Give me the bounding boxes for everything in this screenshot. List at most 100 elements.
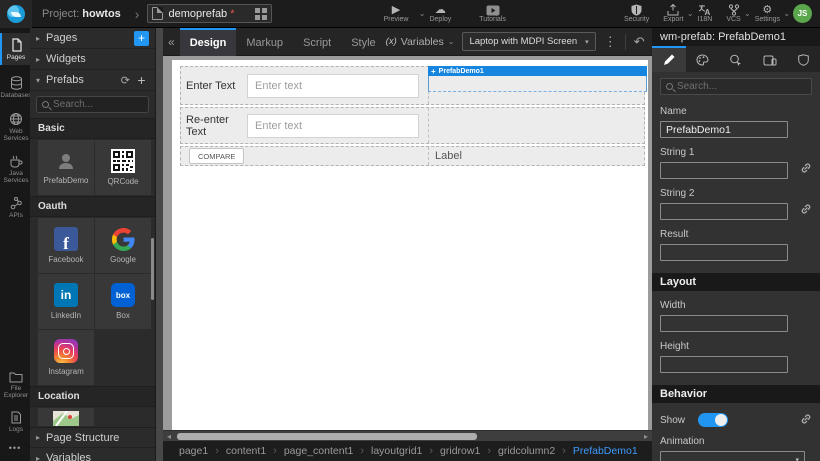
breadcrumb-gridcolumn2[interactable]: gridcolumn2 [498, 445, 555, 457]
breadcrumb-gridrow1[interactable]: gridrow1 [440, 445, 480, 457]
compare-button[interactable]: COMPARE [189, 148, 244, 164]
prefab-tile-box[interactable]: box Box [95, 274, 151, 329]
horizontal-scrollbar[interactable]: ◂ ▸ [163, 430, 652, 441]
scrollbar-thumb[interactable] [177, 433, 477, 440]
accordion-pages[interactable]: ▸ Pages + [30, 28, 155, 49]
accordion-prefabs[interactable]: ▾ Prefabs ⟳ + [30, 70, 155, 91]
grid-cell-button[interactable]: COMPARE [181, 147, 429, 165]
shield-icon [631, 4, 642, 16]
prefab-search-input[interactable] [53, 99, 143, 110]
breadcrumb-prefabdemo1[interactable]: PrefabDemo1 [573, 445, 638, 457]
prefab-tile-map[interactable] [38, 408, 94, 426]
prefab-widget-body[interactable] [428, 76, 647, 92]
accordion-widgets[interactable]: ▸ Widgets [30, 49, 155, 70]
rail-item-pages[interactable]: Pages [0, 33, 30, 65]
deploy-button[interactable]: ☁ Deploy [422, 0, 458, 28]
name-field-input[interactable] [660, 121, 788, 138]
prefab-tile-prefabdemo[interactable]: PrefabDemo [38, 140, 94, 195]
rail-item-file-explorer[interactable]: File Explorer [0, 366, 30, 403]
show-toggle[interactable] [698, 413, 728, 427]
selected-prefab-widget[interactable]: + PrefabDemo1 [428, 66, 647, 92]
animation-select[interactable]: ▾ [660, 451, 805, 461]
scroll-left-icon[interactable]: ◂ [163, 432, 175, 441]
layout-grid[interactable]: Enter Text + PrefabDemo1 [180, 66, 645, 166]
grid-cell-enter-text[interactable]: Enter Text [181, 67, 429, 104]
accordion-page-structure[interactable]: ▸ Page Structure [30, 427, 155, 448]
grid-row-1[interactable]: Enter Text + PrefabDemo1 [180, 66, 645, 105]
prefab-tile-google[interactable]: Google [95, 218, 151, 273]
dashboard-grid-icon[interactable] [255, 8, 267, 20]
rail-item-java-services[interactable]: Java Services [0, 150, 30, 188]
properties-tabs [652, 46, 820, 72]
tab-script[interactable]: Script [293, 28, 341, 56]
width-field-input[interactable] [660, 315, 788, 332]
vcs-button[interactable]: VCS ⌄ [719, 0, 747, 28]
tab-devices[interactable] [753, 46, 787, 72]
refresh-icon[interactable]: ⟳ [121, 74, 130, 87]
kebab-menu-icon[interactable]: ⋮ [604, 35, 617, 48]
rail-item-databases[interactable]: Databases [0, 71, 30, 103]
breadcrumb-page1[interactable]: page1 [179, 445, 208, 457]
result-field-input[interactable] [660, 244, 788, 261]
string2-field-input[interactable] [660, 203, 788, 220]
tab-properties[interactable] [652, 46, 686, 72]
device-selector[interactable]: Laptop with MDPI Screen ▾ [462, 32, 595, 51]
tutorials-button[interactable]: Tutorials [472, 0, 513, 28]
rail-item-apis[interactable]: APIs [0, 192, 30, 223]
accordion-variables[interactable]: ▸ Variables [30, 448, 155, 461]
add-page-button[interactable]: + [134, 31, 149, 46]
grid-cell-label[interactable]: Label [429, 147, 644, 165]
prefab-tile-linkedin[interactable]: in LinkedIn [38, 274, 94, 329]
rail-item-logs[interactable]: Logs [0, 406, 30, 437]
top-header: Project:howtos › demoprefab * ▶ Preview … [0, 0, 820, 28]
tab-style[interactable]: Style [341, 28, 385, 56]
tab-security[interactable] [786, 46, 820, 72]
undo-icon[interactable]: ↶ [634, 35, 645, 48]
settings-button[interactable]: ⚙ Settings ⌄ [748, 0, 787, 28]
properties-search-input[interactable] [677, 81, 806, 92]
map-icon [53, 411, 79, 426]
grid-cell-empty[interactable] [429, 108, 644, 143]
bind-chain-icon[interactable] [800, 162, 812, 177]
wavemaker-logo[interactable] [0, 0, 32, 28]
panel-splitter[interactable] [155, 28, 163, 461]
height-field-input[interactable] [660, 356, 788, 373]
page-selector[interactable]: demoprefab * [147, 4, 272, 23]
qrcode-icon [111, 149, 135, 173]
bind-chain-icon[interactable] [800, 203, 812, 218]
canvas-page[interactable]: Enter Text + PrefabDemo1 [172, 60, 648, 430]
tab-design[interactable]: Design [180, 28, 237, 56]
reenter-text-input[interactable] [247, 114, 419, 138]
tab-inspector[interactable] [719, 46, 753, 72]
user-avatar[interactable]: JS [793, 4, 812, 23]
security-button[interactable]: Security [617, 0, 656, 28]
selection-header[interactable]: + PrefabDemo1 [428, 66, 647, 76]
grid-row-3[interactable]: COMPARE Label [180, 146, 645, 166]
panel-scrollbar[interactable] [151, 238, 154, 300]
breadcrumb-layoutgrid1[interactable]: layoutgrid1 [371, 445, 422, 457]
prefab-tile-facebook[interactable]: f Facebook [38, 218, 94, 273]
scroll-right-icon[interactable]: ▸ [640, 432, 652, 441]
bind-chain-icon[interactable] [800, 413, 812, 428]
import-prefab-button[interactable]: + [134, 73, 149, 88]
prefab-tile-instagram[interactable]: Instagram [38, 330, 94, 385]
breadcrumb-content1[interactable]: content1 [226, 445, 266, 457]
grid-cell-reenter-text[interactable]: Re-enter Text [181, 108, 429, 143]
tab-styles[interactable] [686, 46, 720, 72]
variables-dropdown[interactable]: (x) Variables ⌄ [386, 36, 455, 48]
collapse-panel-button[interactable]: « [163, 35, 180, 49]
grid-row-2[interactable]: Re-enter Text [180, 107, 645, 144]
name-field-label: Name [660, 106, 812, 117]
string1-field-input[interactable] [660, 162, 788, 179]
grid-cell-prefab[interactable]: + PrefabDemo1 [429, 67, 644, 104]
rail-more-button[interactable]: ••• [0, 437, 30, 461]
i18n-button[interactable]: A I18N [691, 0, 720, 28]
export-button[interactable]: Export ⌄ [656, 0, 690, 28]
preview-button[interactable]: ▶ Preview ⌄ [377, 0, 423, 28]
tab-markup[interactable]: Markup [236, 28, 293, 56]
breadcrumb-page-content1[interactable]: page_content1 [284, 445, 353, 457]
prefab-tile-qrcode[interactable]: QRCode [95, 140, 151, 195]
design-canvas[interactable]: Enter Text + PrefabDemo1 [163, 56, 652, 430]
enter-text-input[interactable] [247, 74, 419, 98]
rail-item-web-services[interactable]: Web Services [0, 107, 30, 146]
